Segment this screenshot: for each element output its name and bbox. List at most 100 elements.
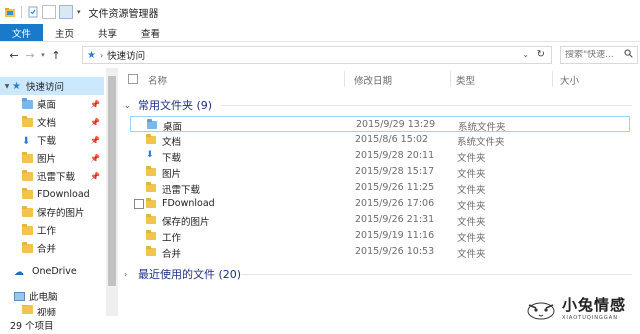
breadcrumb-separator-icon[interactable]: › <box>100 51 103 60</box>
pin-icon[interactable]: 📌 <box>90 136 100 145</box>
file-type: 文件夹 <box>457 217 486 228</box>
pin-icon[interactable]: 📌 <box>90 154 100 163</box>
file-name: 合并 <box>162 249 182 260</box>
file-row[interactable]: 工作 2015/9/19 11:16 文件夹 <box>130 228 630 244</box>
tab-file[interactable]: 文件 <box>0 24 44 41</box>
tab-view[interactable]: 查看 <box>129 24 172 41</box>
properties-icon[interactable] <box>27 6 39 18</box>
navigation-pane: ▼ ★ 快速访问 桌面 📌 文档 📌 ⬇ 下载 📌 图片 📌 迅雷下载 📌 FD… <box>0 68 118 316</box>
column-header: 名称 修改日期 类型 大小 <box>120 68 640 90</box>
group-frequent-folders[interactable]: ⌄ 常用文件夹 (9) <box>124 97 212 113</box>
file-type: 文件夹 <box>457 169 486 180</box>
file-name: 图片 <box>162 169 182 180</box>
sidebar-item-quick-access[interactable]: ▼ ★ 快速访问 <box>0 77 104 95</box>
column-name[interactable]: 名称 <box>148 73 167 87</box>
refresh-icon[interactable]: ↻ <box>537 49 545 60</box>
collapse-chevron-icon[interactable]: ⌄ <box>124 101 134 110</box>
column-type[interactable]: 类型 <box>456 73 475 87</box>
sidebar-scrollbar[interactable] <box>106 68 118 316</box>
file-row[interactable]: 桌面 2015/9/29 13:29 系统文件夹 <box>130 116 630 133</box>
select-all-checkbox[interactable] <box>128 74 138 84</box>
sidebar-item-label: 工作 <box>37 226 57 237</box>
row-checkbox[interactable] <box>134 199 144 209</box>
explorer-app-icon[interactable] <box>4 6 16 18</box>
file-name: 保存的图片 <box>162 217 210 228</box>
pin-icon[interactable]: 📌 <box>90 172 100 181</box>
search-input[interactable] <box>565 50 621 60</box>
file-type: 文件夹 <box>457 185 486 196</box>
file-date: 2015/9/29 13:29 <box>356 119 436 130</box>
new-folder-button[interactable] <box>42 5 56 19</box>
search-box[interactable] <box>560 46 638 64</box>
search-icon[interactable] <box>624 49 633 61</box>
onedrive-cloud-icon: ☁ <box>14 266 24 278</box>
sidebar-item-documents[interactable]: 文档 📌 <box>0 113 104 131</box>
column-divider[interactable] <box>344 71 345 87</box>
file-row[interactable]: 合并 2015/9/26 10:53 文件夹 <box>130 244 630 260</box>
sidebar-item-label: 文档 <box>37 118 57 129</box>
column-divider[interactable] <box>450 71 451 87</box>
file-row[interactable]: 图片 2015/9/28 15:17 文件夹 <box>130 164 630 180</box>
file-name: 下载 <box>162 153 182 164</box>
folder-icon <box>146 214 156 224</box>
forward-arrow-icon[interactable]: → <box>22 49 38 62</box>
file-date: 2015/9/19 11:16 <box>355 230 435 241</box>
sidebar-item-merge[interactable]: 合并 <box>0 239 104 257</box>
file-type: 系统文件夹 <box>457 137 505 148</box>
folder-icon <box>22 241 33 253</box>
desktop-folder-icon <box>147 119 157 129</box>
file-row[interactable]: 文档 2015/8/6 15:02 系统文件夹 <box>130 132 630 148</box>
sidebar-item-pictures[interactable]: 图片 📌 <box>0 149 104 167</box>
file-date: 2015/9/26 17:06 <box>355 198 435 209</box>
file-row[interactable]: 迅雷下载 2015/9/26 11:25 文件夹 <box>130 180 630 196</box>
folder-icon <box>22 205 33 217</box>
file-date: 2015/9/26 10:53 <box>355 246 435 257</box>
file-name: 桌面 <box>163 122 183 133</box>
sidebar-item-label: 桌面 <box>37 100 57 111</box>
group-recent-files[interactable]: › 最近使用的文件 (20) <box>124 266 241 282</box>
file-row[interactable]: FDownload 2015/9/26 17:06 文件夹 <box>130 196 630 212</box>
expand-chevron-icon[interactable]: › <box>124 270 134 279</box>
sidebar-item-saved-pictures[interactable]: 保存的图片 <box>0 203 104 221</box>
sidebar-item-fdownload[interactable]: FDownload <box>0 185 104 203</box>
tab-home[interactable]: 主页 <box>43 24 86 41</box>
up-arrow-icon[interactable]: ↑ <box>48 49 64 62</box>
pin-icon[interactable]: 📌 <box>90 118 100 127</box>
column-size[interactable]: 大小 <box>560 73 579 87</box>
file-row[interactable]: ⬇ 下载 2015/9/28 20:11 文件夹 <box>130 148 630 164</box>
file-type: 文件夹 <box>457 201 486 212</box>
breadcrumb-quick-access[interactable]: 快速访问 <box>107 48 145 62</box>
folder-icon <box>146 198 156 208</box>
file-type: 文件夹 <box>457 153 486 164</box>
sidebar-item-desktop[interactable]: 桌面 📌 <box>0 95 104 113</box>
file-type: 系统文件夹 <box>458 122 506 133</box>
sidebar-item-this-pc[interactable]: 此电脑 <box>0 287 104 305</box>
file-name: 迅雷下载 <box>162 185 201 196</box>
collapse-chevron-icon[interactable]: ▼ <box>2 83 12 90</box>
back-arrow-icon[interactable]: ← <box>6 49 22 62</box>
toolbar-dropdown-icon[interactable]: ▾ <box>77 8 81 16</box>
pictures-folder-icon <box>22 151 33 163</box>
recent-locations-chevron-icon[interactable]: ▾ <box>38 51 48 59</box>
group-divider <box>222 105 632 106</box>
column-divider[interactable] <box>552 71 553 87</box>
customize-toolbar-button[interactable] <box>59 5 73 19</box>
folder-icon <box>146 230 156 240</box>
download-folder-icon: ⬇ <box>146 150 154 160</box>
sidebar-item-downloads[interactable]: ⬇ 下载 📌 <box>0 131 104 149</box>
sidebar-item-xunlei-downloads[interactable]: 迅雷下载 📌 <box>0 167 104 185</box>
sidebar-scrollbar-thumb[interactable] <box>108 76 116 286</box>
group-label: 常用文件夹 (9) <box>138 99 213 112</box>
sidebar-item-videos[interactable]: 视频 <box>0 305 104 316</box>
sidebar-item-onedrive[interactable]: ☁ OneDrive <box>0 262 104 280</box>
pin-icon[interactable]: 📌 <box>90 100 100 109</box>
column-modified[interactable]: 修改日期 <box>354 73 392 87</box>
file-name: 工作 <box>162 233 182 244</box>
address-history-chevron-icon[interactable]: ⌄ <box>522 50 529 59</box>
sidebar-item-work[interactable]: 工作 <box>0 221 104 239</box>
file-row[interactable]: 保存的图片 2015/9/26 21:31 文件夹 <box>130 212 630 228</box>
tab-share[interactable]: 共享 <box>86 24 129 41</box>
address-bar[interactable]: ★ › 快速访问 ⌄ ↻ <box>82 46 552 64</box>
folder-icon <box>146 182 156 192</box>
sidebar-item-label: 合并 <box>37 244 57 255</box>
